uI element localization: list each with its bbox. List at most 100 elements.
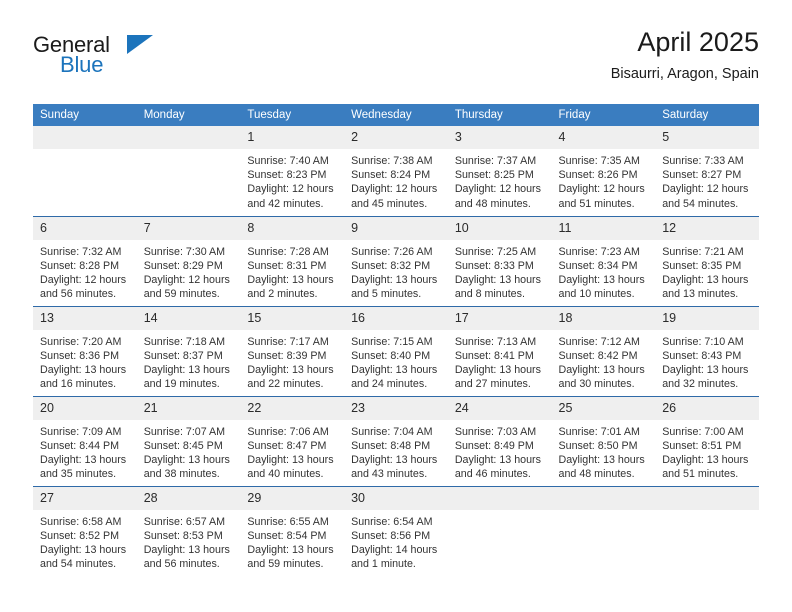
day-info-line: Daylight: 13 hours xyxy=(558,363,645,376)
day-info-line: and 24 minutes. xyxy=(351,378,428,391)
day-number: 15 xyxy=(240,306,345,330)
day-info-line: Sunrise: 7:33 AM xyxy=(662,155,744,167)
day-number xyxy=(136,126,241,149)
day-sun-info: Sunrise: 7:18 AM Sunset: 8:37 PM Daylight:… xyxy=(137,330,241,392)
day-info-line: Sunset: 8:35 PM xyxy=(662,259,742,272)
calendar-day-cell[interactable]: 13 Sunrise: 7:20 AM Sunset: 8:36 PM Dayligh… xyxy=(33,305,137,396)
calendar-day-cell[interactable]: 14 Sunrise: 7:18 AM Sunset: 8:37 PM Dayligh… xyxy=(136,305,241,396)
calendar-week-row: 27 Sunrise: 6:58 AM Sunset: 8:52 PM Dayligh… xyxy=(33,485,759,576)
day-info-line: Sunrise: 6:54 AM xyxy=(351,515,433,528)
calendar-day-cell[interactable]: 12 Sunrise: 7:21 AM Sunset: 8:35 PM Dayligh… xyxy=(655,215,759,306)
day-info-line: Sunset: 8:52 PM xyxy=(40,529,120,542)
day-info-line: Daylight: 12 hours xyxy=(454,183,541,196)
calendar-day-cell[interactable]: 16 Sunrise: 7:15 AM Sunset: 8:40 PM Dayligh… xyxy=(344,305,448,396)
day-info-line: Daylight: 13 hours xyxy=(454,273,541,286)
day-info-line: Sunset: 8:40 PM xyxy=(351,349,431,362)
day-info-line: Sunset: 8:39 PM xyxy=(247,349,327,362)
day-info-line: Sunset: 8:48 PM xyxy=(351,439,431,452)
calendar-day-cell[interactable]: 28 Sunrise: 6:57 AM Sunset: 8:53 PM Dayligh… xyxy=(136,485,241,576)
day-sun-info: Sunrise: 7:06 AM Sunset: 8:47 PM Daylight:… xyxy=(240,420,344,482)
day-info-line: and 40 minutes. xyxy=(247,468,324,481)
day-info-line: Daylight: 13 hours xyxy=(143,543,230,556)
day-info-line: Daylight: 14 hours xyxy=(351,543,438,556)
day-info-line: Daylight: 13 hours xyxy=(40,363,127,376)
day-info-line: Sunrise: 7:21 AM xyxy=(662,245,744,258)
calendar-day-cell[interactable]: 30 Sunrise: 6:54 AM Sunset: 8:56 PM Dayligh… xyxy=(344,485,448,576)
day-info-line: Daylight: 13 hours xyxy=(662,273,749,286)
day-info-line: and 51 minutes. xyxy=(558,197,635,210)
calendar-day-cell[interactable]: 20 Sunrise: 7:09 AM Sunset: 8:44 PM Dayligh… xyxy=(33,395,137,486)
day-info-line: Sunrise: 7:30 AM xyxy=(143,245,226,258)
day-number: 16 xyxy=(344,306,448,330)
day-info-line: and 46 minutes. xyxy=(454,468,531,481)
weekday-header-thursday: Thursday xyxy=(447,104,552,126)
day-sun-info xyxy=(137,149,241,154)
day-info-line: and 48 minutes. xyxy=(454,197,531,210)
day-number: 28 xyxy=(136,486,241,510)
day-number: 11 xyxy=(551,216,656,240)
day-info-line: Daylight: 13 hours xyxy=(40,453,127,466)
day-number: 12 xyxy=(655,216,759,240)
day-info-line: and 45 minutes. xyxy=(351,197,428,210)
day-sun-info: Sunrise: 7:32 AM Sunset: 8:28 PM Daylight:… xyxy=(33,240,137,302)
calendar-day-cell[interactable]: 29 Sunrise: 6:55 AM Sunset: 8:54 PM Dayligh… xyxy=(240,485,345,576)
calendar-day-cell[interactable]: 2 Sunrise: 7:38 AM Sunset: 8:24 PM Daylight… xyxy=(344,126,448,216)
day-info-line: Sunset: 8:43 PM xyxy=(662,349,742,362)
calendar-day-cell[interactable]: 7 Sunrise: 7:30 AM Sunset: 8:29 PM Daylight… xyxy=(136,215,241,306)
calendar-day-cell[interactable]: 26 Sunrise: 7:00 AM Sunset: 8:51 PM Dayligh… xyxy=(655,395,759,486)
calendar-day-cell[interactable]: 27 Sunrise: 6:58 AM Sunset: 8:52 PM Dayligh… xyxy=(33,485,137,576)
day-sun-info: Sunrise: 7:01 AM Sunset: 8:50 PM Daylight:… xyxy=(552,420,656,482)
day-sun-info xyxy=(448,510,552,515)
weekday-header-wednesday: Wednesday xyxy=(344,104,448,126)
calendar-day-cell[interactable]: 21 Sunrise: 7:07 AM Sunset: 8:45 PM Dayligh… xyxy=(136,395,241,486)
weekday-header-saturday: Saturday xyxy=(655,104,759,126)
calendar-day-cell[interactable]: 22 Sunrise: 7:06 AM Sunset: 8:47 PM Dayligh… xyxy=(240,395,345,486)
day-number: 27 xyxy=(33,486,137,510)
calendar-header-row: Sunday Monday Tuesday Wednesday Thursday Frid… xyxy=(33,104,759,126)
calendar-day-cell[interactable]: 10 Sunrise: 7:25 AM Sunset: 8:33 PM Dayligh… xyxy=(447,215,552,306)
day-info-line: Sunrise: 6:57 AM xyxy=(143,515,226,528)
page-subtitle: Bisaurri, Aragon, Spain xyxy=(610,66,759,82)
calendar-day-cell[interactable]: 24 Sunrise: 7:03 AM Sunset: 8:49 PM Dayligh… xyxy=(447,395,552,486)
day-info-line: Daylight: 13 hours xyxy=(143,363,230,376)
calendar-day-cell[interactable]: 3 Sunrise: 7:37 AM Sunset: 8:25 PM Daylight… xyxy=(447,126,552,216)
calendar-day-cell[interactable]: 4 Sunrise: 7:35 AM Sunset: 8:26 PM Daylight… xyxy=(551,126,656,216)
day-sun-info: Sunrise: 7:20 AM Sunset: 8:36 PM Daylight:… xyxy=(33,330,137,392)
day-sun-info: Sunrise: 7:03 AM Sunset: 8:49 PM Daylight:… xyxy=(448,420,552,482)
calendar-day-cell[interactable]: 1 Sunrise: 7:40 AM Sunset: 8:23 PM Daylight… xyxy=(240,126,345,216)
day-sun-info xyxy=(552,510,656,515)
calendar-day-cell[interactable]: 6 Sunrise: 7:32 AM Sunset: 8:28 PM Daylight… xyxy=(33,215,137,306)
calendar-day-cell[interactable]: 25 Sunrise: 7:01 AM Sunset: 8:50 PM Dayligh… xyxy=(551,395,656,486)
calendar-day-cell[interactable]: 5 Sunrise: 7:33 AM Sunset: 8:27 PM Daylight… xyxy=(655,126,759,216)
day-info-line: Sunrise: 6:58 AM xyxy=(40,515,122,528)
day-sun-info: Sunrise: 7:17 AM Sunset: 8:39 PM Daylight:… xyxy=(240,330,344,392)
calendar-day-cell[interactable]: 19 Sunrise: 7:10 AM Sunset: 8:43 PM Dayligh… xyxy=(655,305,759,396)
calendar-day-cell[interactable]: 15 Sunrise: 7:17 AM Sunset: 8:39 PM Dayligh… xyxy=(240,305,345,396)
day-info-line: Sunset: 8:31 PM xyxy=(247,259,327,272)
day-info-line: Sunrise: 7:25 AM xyxy=(454,245,537,258)
day-info-line: Sunset: 8:53 PM xyxy=(143,529,223,542)
calendar-cell-empty xyxy=(551,485,656,576)
calendar-day-cell[interactable]: 9 Sunrise: 7:26 AM Sunset: 8:32 PM Daylight… xyxy=(344,215,448,306)
brand-name-blue: Blue xyxy=(60,52,104,77)
day-number: 17 xyxy=(447,306,552,330)
weekday-header-tuesday: Tuesday xyxy=(240,104,345,126)
day-info-line: Sunset: 8:25 PM xyxy=(454,169,534,182)
day-info-line: and 1 minute. xyxy=(351,558,416,571)
day-info-line: Sunrise: 7:37 AM xyxy=(454,155,537,167)
calendar-week-row: 13 Sunrise: 7:20 AM Sunset: 8:36 PM Dayligh… xyxy=(33,305,759,396)
calendar-day-cell[interactable]: 23 Sunrise: 7:04 AM Sunset: 8:48 PM Dayligh… xyxy=(344,395,448,486)
calendar-day-cell[interactable]: 8 Sunrise: 7:28 AM Sunset: 8:31 PM Daylight… xyxy=(240,215,345,306)
calendar-day-cell[interactable]: 18 Sunrise: 7:12 AM Sunset: 8:42 PM Dayligh… xyxy=(551,305,656,396)
calendar-day-cell[interactable]: 17 Sunrise: 7:13 AM Sunset: 8:41 PM Dayligh… xyxy=(447,305,552,396)
day-info-line: Sunset: 8:29 PM xyxy=(143,259,223,272)
day-sun-info: Sunrise: 7:35 AM Sunset: 8:26 PM Daylight:… xyxy=(552,149,656,211)
day-info-line: Sunrise: 7:04 AM xyxy=(351,425,433,438)
day-number: 5 xyxy=(655,126,759,149)
day-number: 4 xyxy=(551,126,656,149)
day-info-line: Daylight: 12 hours xyxy=(662,183,749,196)
day-info-line: Sunrise: 7:38 AM xyxy=(351,155,433,167)
day-info-line: Daylight: 13 hours xyxy=(558,453,645,466)
brand-logo[interactable]: General Blue xyxy=(33,32,253,82)
calendar-day-cell[interactable]: 11 Sunrise: 7:23 AM Sunset: 8:34 PM Dayligh… xyxy=(551,215,656,306)
